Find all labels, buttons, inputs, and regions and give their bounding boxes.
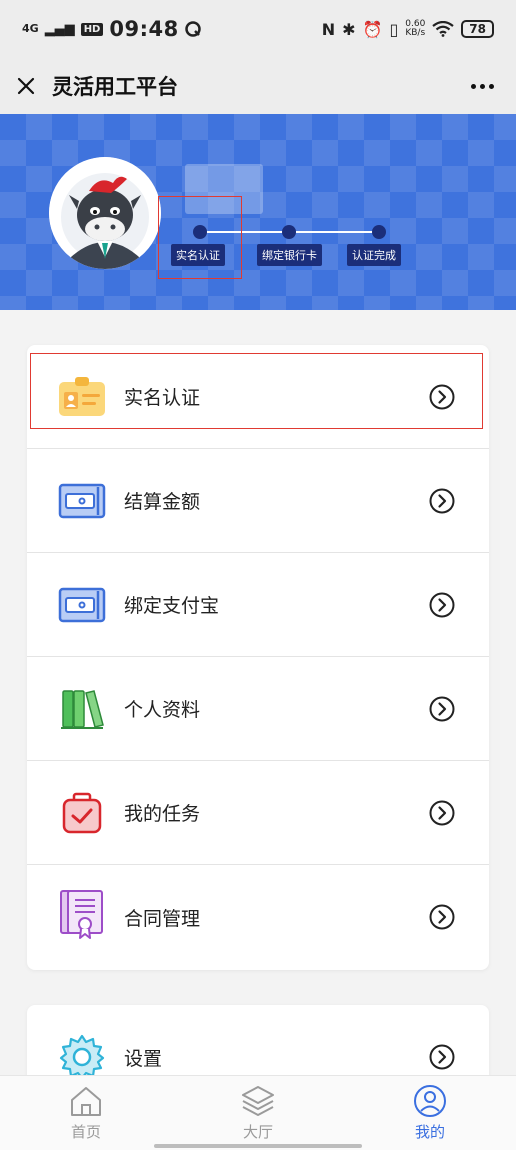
close-button[interactable] — [0, 58, 52, 114]
menu-item-label: 设置 — [124, 1047, 163, 1070]
progress-line — [296, 231, 378, 233]
menu-item-label: 合同管理 — [124, 907, 201, 930]
more-dot-icon — [479, 83, 485, 89]
alarm-icon: ⏰ — [362, 19, 383, 39]
app-notification-icon — [184, 21, 201, 37]
nav-item-mine[interactable]: 我的 — [370, 1084, 490, 1142]
home-indicator[interactable] — [154, 1144, 362, 1148]
menu-item-bind-alipay[interactable]: 绑定支付宝 — [27, 553, 489, 657]
menu-item-real-name-auth[interactable]: 实名认证 — [27, 345, 489, 449]
menu-item-my-tasks[interactable]: 我的任务 — [27, 761, 489, 865]
nav-item-home[interactable]: 首页 — [26, 1084, 146, 1142]
nav-label: 我的 — [414, 1123, 445, 1141]
nfc-icon: N — [321, 19, 336, 39]
clock-time: 09:48 — [109, 17, 179, 41]
profile-header: 实名认证 绑定银行卡 认证完成 — [0, 114, 516, 310]
menu-card: 实名认证 结算金额 绑定支付宝 个人资料 我的任务 合同管理 — [27, 345, 489, 970]
menu-item-contract-management[interactable]: 合同管理 — [27, 865, 489, 969]
menu-item-settlement-amount[interactable]: 结算金额 — [27, 449, 489, 553]
wifi-icon — [432, 21, 454, 37]
close-icon — [17, 77, 35, 95]
more-options-button[interactable] — [466, 70, 498, 102]
battery-icon: 78 — [461, 20, 494, 38]
more-dot-icon — [488, 83, 494, 89]
chevron-right-circle-icon — [429, 592, 455, 617]
page-title: 灵活用工平台 — [52, 75, 178, 99]
nav-label: 首页 — [70, 1123, 101, 1141]
user-profile-icon — [414, 1085, 446, 1117]
menu-item-label: 个人资料 — [124, 699, 201, 721]
chevron-right-circle-icon — [429, 904, 455, 930]
chevron-right-circle-icon — [429, 1044, 455, 1070]
verification-progress: 实名认证 绑定银行卡 认证完成 — [0, 114, 516, 310]
vibrate-icon: ▯ — [389, 19, 399, 39]
layers-icon — [242, 1086, 274, 1116]
step-dot — [282, 225, 296, 239]
more-dot-icon — [470, 83, 476, 89]
status-bar: 4G ▂▄▆ HD 09:48 N ✱ ⏰ ▯ 0.60 KB/s 78 — [0, 0, 516, 58]
hd-badge: HD — [80, 22, 104, 36]
chevron-right-circle-icon — [429, 488, 455, 513]
highlight-box — [158, 196, 242, 279]
books-icon — [55, 682, 109, 736]
signal-bars-icon: ▂▄▆ — [44, 21, 75, 37]
nav-item-hall[interactable]: 大厅 — [198, 1084, 318, 1142]
highlight-box — [30, 353, 483, 429]
menu-item-label: 绑定支付宝 — [124, 595, 220, 617]
home-icon — [71, 1087, 101, 1116]
speed-unit: KB/s — [405, 28, 426, 38]
menu-item-label: 结算金额 — [124, 491, 201, 513]
network-speed: 0.60 KB/s — [405, 20, 425, 38]
step-dot — [372, 225, 386, 239]
title-bar: 灵活用工平台 — [0, 58, 516, 114]
bluetooth-icon: ✱ — [342, 19, 356, 39]
step-label-bind-card: 绑定银行卡 — [257, 244, 322, 266]
bottom-nav: 首页 大厅 我的 — [0, 1075, 516, 1150]
task-bag-icon — [55, 786, 109, 840]
cellular-signal-icon: 4G — [22, 22, 39, 35]
menu-item-label: 我的任务 — [124, 803, 201, 825]
chevron-right-circle-icon — [429, 696, 455, 721]
nav-label: 大厅 — [242, 1123, 273, 1141]
chevron-right-circle-icon — [429, 800, 455, 825]
wallet-icon — [55, 474, 109, 528]
wallet-icon — [55, 578, 109, 632]
contract-icon — [55, 887, 109, 941]
menu-item-personal-info[interactable]: 个人资料 — [27, 657, 489, 761]
step-label-complete: 认证完成 — [347, 244, 401, 266]
